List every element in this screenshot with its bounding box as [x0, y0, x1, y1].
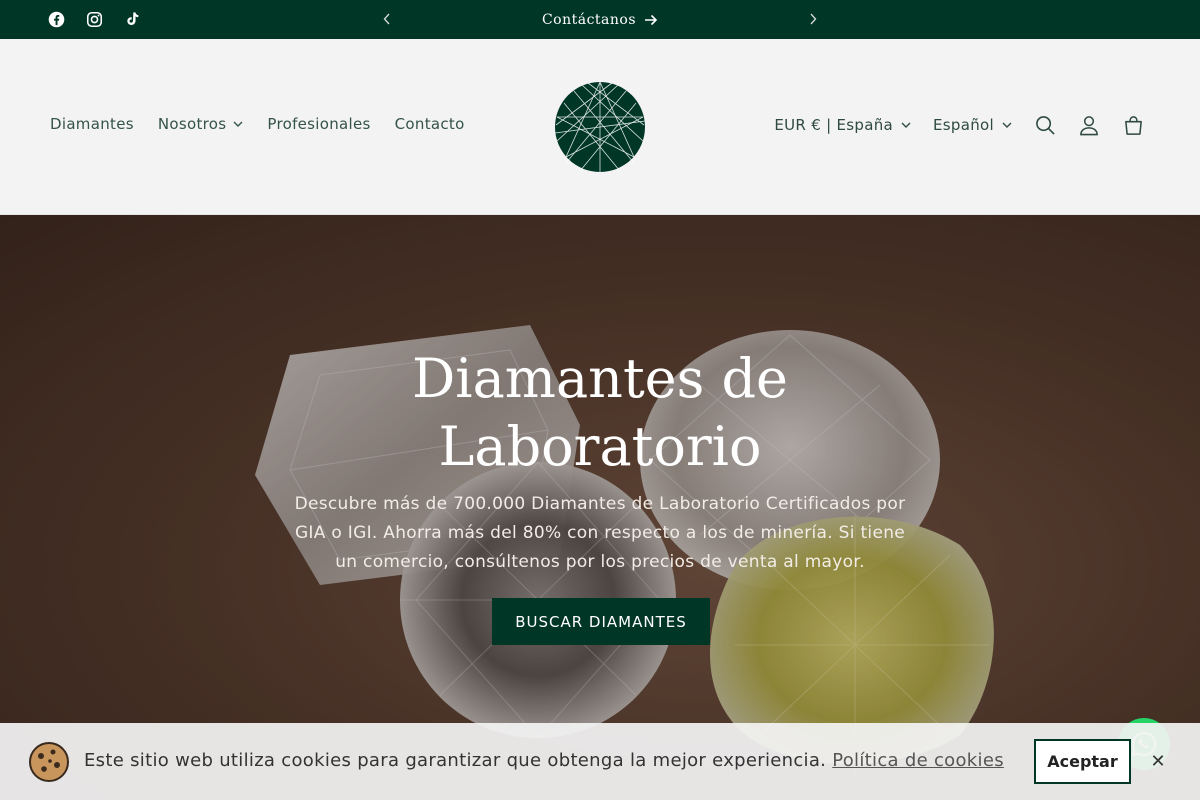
site-logo[interactable]	[554, 81, 646, 173]
arrow-right-icon	[644, 14, 658, 26]
currency-label: EUR € | España	[774, 116, 894, 134]
cookie-text: Este sitio web utiliza cookies para gara…	[84, 750, 827, 771]
nav-item-diamantes[interactable]: Diamantes	[50, 115, 134, 133]
search-diamonds-button[interactable]: BUSCAR DIAMANTES	[492, 598, 710, 645]
header-tools: EUR € | España Español	[774, 113, 1144, 137]
chevron-down-icon	[1002, 122, 1012, 128]
cookie-banner: Este sitio web utiliza cookies para gara…	[0, 723, 1200, 800]
hero-banner: Diamantes de Laboratorio Descubre más de…	[0, 215, 1200, 800]
currency-selector[interactable]: EUR € | España	[774, 116, 911, 134]
accept-cookies-button[interactable]: Aceptar	[1034, 739, 1131, 784]
nav-item-label: Profesionales	[267, 115, 371, 133]
nav-item-label: Diamantes	[50, 115, 134, 133]
nav-item-label: Contacto	[394, 115, 465, 133]
nav-item-label: Nosotros	[157, 115, 227, 133]
chevron-down-icon	[233, 121, 243, 127]
nav-item-contacto[interactable]: Contacto	[395, 115, 465, 133]
facebook-icon[interactable]	[46, 8, 66, 30]
hero-title: Diamantes de Laboratorio	[412, 347, 788, 478]
chevron-down-icon	[901, 122, 911, 128]
announcement-bar: Contáctanos	[0, 0, 1200, 39]
cookie-icon	[28, 741, 70, 783]
language-selector[interactable]: Español	[933, 116, 1012, 134]
language-label: Español	[933, 116, 994, 134]
instagram-icon[interactable]	[84, 8, 104, 30]
hero-subtitle: Descubre más de 700.000 Diamantes de Lab…	[294, 494, 906, 572]
announcement-link[interactable]: Contáctanos	[542, 12, 636, 28]
chevron-left-icon[interactable]	[377, 9, 397, 29]
nav-item-nosotros[interactable]: Nosotros	[158, 115, 244, 133]
site-header: Diamantes Nosotros Profesionales Contact…	[0, 39, 1200, 215]
nav-item-profesionales[interactable]: Profesionales	[267, 115, 370, 133]
close-icon[interactable]: ✕	[1148, 749, 1168, 773]
main-nav: Diamantes Nosotros Profesionales Contact…	[50, 115, 465, 133]
cookie-policy-link[interactable]: Política de cookies	[832, 750, 1004, 771]
social-links	[46, 8, 142, 30]
cart-icon[interactable]	[1122, 113, 1144, 137]
tiktok-icon[interactable]	[122, 8, 142, 30]
chevron-right-icon[interactable]	[803, 9, 823, 29]
cookie-message: Este sitio web utiliza cookies para gara…	[84, 750, 1004, 771]
announcement: Contáctanos	[0, 0, 1200, 39]
account-icon[interactable]	[1078, 113, 1100, 137]
search-icon[interactable]	[1034, 113, 1056, 137]
